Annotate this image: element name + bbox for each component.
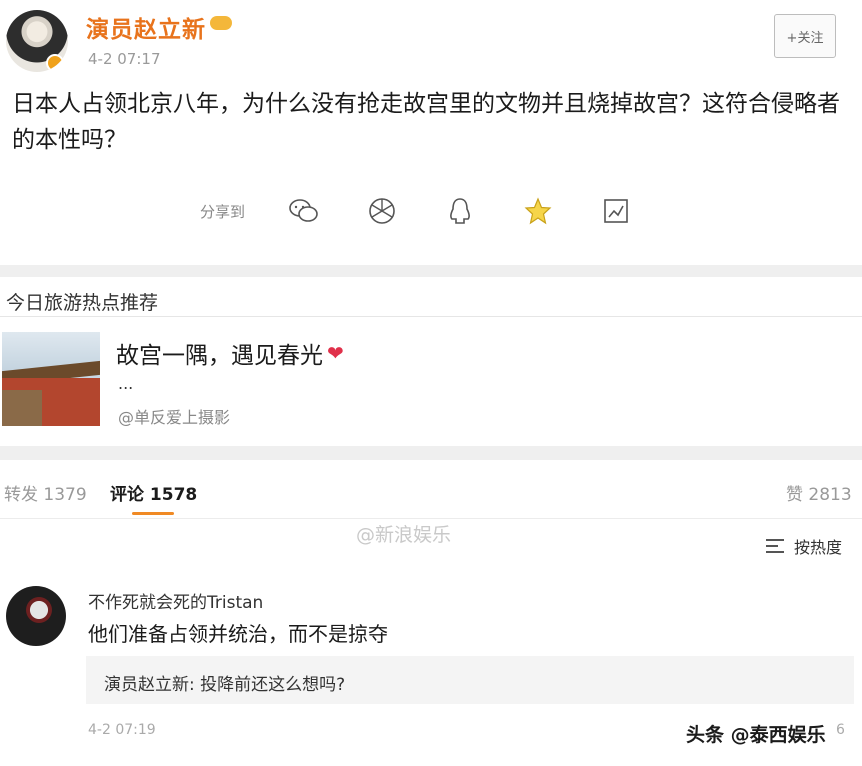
post-text: 日本人占领北京八年，为什么没有抢走故宫里的文物并且烧掉故宫？这符合侵略者的本性吗… [12, 91, 840, 153]
brand-watermark: 头条 @泰西娱乐 [686, 724, 826, 746]
recommend-source[interactable]: @单反爱上摄影 [118, 404, 230, 428]
sort-icon [766, 539, 784, 553]
qq-icon[interactable] [445, 196, 475, 226]
author-name[interactable]: 演员赵立新 [86, 10, 206, 44]
recommend-ellipsis: ... [118, 374, 134, 393]
recommend-headline[interactable]: 故宫一隅，遇见春光 ❤ [116, 336, 344, 370]
recommend-headline-text: 故宫一隅，遇见春光 [116, 343, 323, 369]
sort-label: 按热度 [794, 538, 843, 557]
qzone-star-icon[interactable] [523, 196, 553, 226]
commenter-name[interactable]: 不作死就会死的Tristan [88, 588, 263, 613]
recommend-thumbnail[interactable] [2, 332, 100, 426]
vip-badge-icon [210, 16, 232, 30]
section-divider [0, 265, 862, 277]
section-divider [0, 446, 862, 460]
comment-time: 4-2 07:19 [88, 722, 156, 738]
tab-likes[interactable]: 赞 2813 [786, 480, 852, 505]
moments-icon[interactable] [367, 196, 397, 226]
share-row: 分享到 [200, 196, 679, 226]
comment-text: 他们准备占领并统治，而不是掠夺 [88, 622, 388, 646]
divider [0, 316, 862, 317]
sort-button[interactable]: 按热度 [766, 534, 842, 558]
weibo-post: 演员赵立新 4-2 07:17 +关注 日本人占领北京八年，为什么没有抢走故宫里… [0, 0, 862, 265]
weibo-card-icon[interactable] [601, 196, 631, 226]
recommend-section-title: 今日旅游热点推荐 [6, 292, 159, 314]
reply-text: 演员赵立新: 投降前还这么想吗? [104, 675, 346, 695]
tab-comments[interactable]: 评论 1578 [110, 480, 197, 505]
commenter-avatar[interactable] [6, 586, 66, 646]
wechat-icon[interactable] [289, 196, 319, 226]
active-tab-indicator [132, 512, 174, 515]
author-avatar[interactable] [6, 10, 68, 72]
post-time: 4-2 07:17 [88, 50, 161, 68]
reply-box[interactable]: 演员赵立新: 投降前还这么想吗? [86, 656, 854, 704]
share-label: 分享到 [200, 202, 246, 221]
heart-icon: ❤ [327, 341, 344, 365]
watermark: @新浪娱乐 [356, 524, 452, 546]
divider [0, 518, 862, 519]
tab-repost[interactable]: 转发 1379 [4, 480, 87, 505]
follow-button[interactable]: +关注 [774, 14, 836, 58]
comment-like-count[interactable]: 6 [836, 722, 845, 738]
